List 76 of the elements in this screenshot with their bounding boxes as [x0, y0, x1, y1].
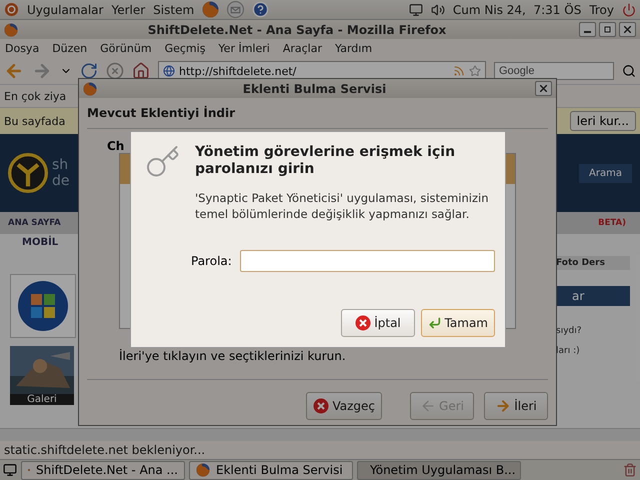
nav-link[interactable]: MOBİL [22, 236, 58, 248]
taskbar-button[interactable]: ShiftDelete.Net - Ana ... [21, 460, 185, 480]
section-heading: Ch [107, 139, 124, 153]
mail-icon[interactable] [227, 1, 244, 18]
dialog-message: 'Synaptic Paket Yöneticisi' uygulaması, sisteminizin temel bölümlerinde değişiklik yapmanızı sağlar. [195, 190, 490, 222]
firefox-icon[interactable] [202, 1, 220, 18]
home-icon[interactable] [132, 62, 150, 80]
minimize-button[interactable] [579, 22, 596, 37]
close-button[interactable] [619, 22, 636, 37]
status-text: static.shiftdelete.net bekleniyor... [3, 442, 206, 459]
sidebar-text[interactable]: Foto Ders [554, 256, 630, 270]
stop-icon[interactable] [106, 62, 124, 80]
maximize-icon [604, 26, 611, 33]
bookmark[interactable]: En çok ziya [4, 90, 66, 102]
menu-item[interactable]: Görünüm [100, 42, 152, 55]
maximize-button[interactable] [599, 22, 616, 37]
logo-icon [8, 153, 48, 193]
sidebar-text: sıydı? [555, 325, 583, 338]
ok-button[interactable]: Tamam [421, 309, 495, 337]
back-icon[interactable] [4, 61, 24, 81]
password-field[interactable] [240, 250, 495, 272]
firefox-icon[interactable] [83, 82, 97, 96]
cancel-button[interactable]: Vazgeç [306, 392, 382, 420]
search-field[interactable]: Google [494, 62, 614, 80]
sidebar-heading: ar [554, 286, 630, 306]
clock[interactable]: Cum Nis 24, 7:31 ÖS [452, 2, 582, 16]
reload-icon[interactable] [80, 62, 98, 80]
windows-logo-icon [17, 280, 69, 332]
sidebar-text: ları :) [555, 345, 581, 358]
menu-item[interactable]: Araçlar [282, 42, 322, 55]
menu-item[interactable]: Düzen [52, 42, 88, 55]
logo-text: sh de [52, 157, 70, 189]
field-label: Parola: [191, 254, 232, 268]
search-icon[interactable] [622, 64, 636, 78]
menu-item[interactable]: Dosya [5, 42, 40, 55]
taskbar-button[interactable]: Yönetim Uygulaması B... [357, 460, 521, 480]
horizontal-scrollbar[interactable] [0, 428, 640, 441]
instruction-text: İleri'ye tıklayın ve seçtiklerinizi kurun. [119, 349, 347, 363]
error-icon [313, 398, 330, 414]
window-title: Eklenti Bulma Servisi [242, 82, 388, 96]
next-button[interactable]: İleri [484, 392, 548, 420]
close-icon [624, 26, 631, 33]
notification-text: Bu sayfada [4, 114, 66, 128]
ubuntu-logo-icon[interactable] [4, 2, 19, 17]
window-title: ShiftDelete.Net - Ana Sayfa - Mozilla Firefox [146, 22, 448, 36]
show-desktop-icon[interactable] [3, 463, 17, 477]
menu-item[interactable]: Yardım [335, 42, 372, 55]
trash-icon[interactable] [623, 463, 637, 477]
thumbnail[interactable] [10, 274, 76, 338]
menu-item[interactable]: Geçmiş [164, 42, 206, 55]
help-icon[interactable] [252, 1, 270, 18]
dialog-title: Yönetim görevlerine erişmek için parolanızı girin [195, 144, 456, 178]
close-icon [540, 85, 547, 92]
panel-menu[interactable]: Sistem [153, 2, 194, 16]
url-text: http://shiftdelete.net/ [179, 64, 296, 78]
nav-link[interactable]: ANA SAYFA [8, 218, 61, 228]
panel-menu[interactable]: Uygulamalar [27, 2, 104, 16]
star-icon[interactable] [469, 65, 481, 77]
gallery-caption: Galeri [10, 394, 74, 405]
dialog-heading: Mevcut Eklentiyi İndir [87, 106, 548, 129]
panel-menu[interactable]: Yerler [111, 2, 146, 16]
firefox-icon[interactable] [4, 22, 18, 36]
menu-item[interactable]: Yer İmleri [218, 42, 270, 55]
site-icon [163, 65, 175, 77]
error-icon [355, 315, 372, 331]
taskbar-button[interactable]: Eklenti Bulma Servisi [189, 460, 353, 480]
power-icon[interactable] [622, 2, 636, 16]
install-button[interactable]: leri kur... [570, 111, 636, 131]
firefox-icon[interactable] [196, 463, 210, 477]
rss-icon [453, 65, 465, 77]
cancel-button[interactable]: İptal [341, 309, 415, 337]
volume-icon[interactable] [430, 2, 445, 16]
network-icon[interactable] [408, 2, 423, 16]
close-button[interactable] [535, 81, 552, 96]
search-button[interactable]: Arama [579, 164, 632, 182]
user-name[interactable]: Troy [589, 2, 614, 16]
